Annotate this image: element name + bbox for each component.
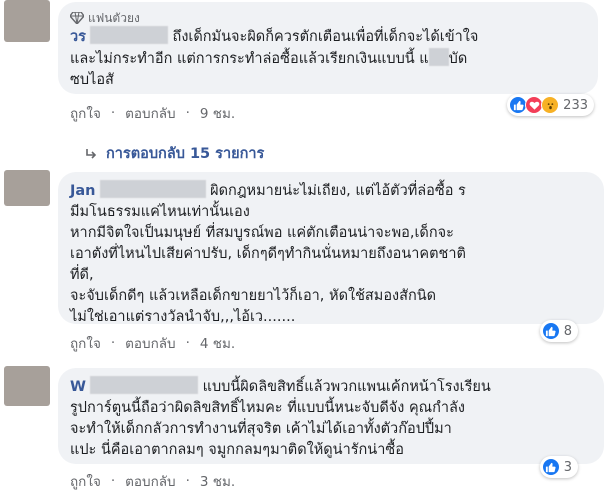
redacted-name — [90, 376, 198, 394]
reaction-count: 8 — [563, 323, 572, 339]
like-reaction-icon — [541, 458, 560, 476]
reply-link[interactable]: ตอบกลับ — [125, 332, 175, 354]
separator-dot: · — [185, 335, 190, 351]
redacted-name — [89, 26, 168, 44]
like-reaction-icon — [541, 322, 560, 340]
commenter-avatar[interactable] — [4, 366, 50, 406]
like-link[interactable]: ถูกใจ — [70, 102, 101, 124]
comment-line: หากมีจิตใจเป็นมนุษย์ ที่สมบูรณ์พอ แค่ตัก… — [70, 225, 454, 241]
diamond-icon — [70, 12, 84, 24]
reaction-count: 233 — [563, 97, 588, 113]
comment-bubble: W แบบนี้ผิดลิขสิทธิ์แล้วพวกแพนเค้กหน้าโร… — [58, 368, 604, 464]
reply-link[interactable]: ตอบกลับ — [125, 470, 175, 492]
reply-arrow-icon — [86, 148, 97, 159]
commenter-name[interactable]: Jan — [70, 183, 96, 199]
comment-line: รูปการ์ตูนนี้ถือว่าผิดลิขสิทธิ์ไหมคะ ที่… — [70, 400, 466, 416]
comment-line: เอาตังที่ไหนไปเสียค่าปรับ, เด็กๆดีๆทำกิน… — [70, 246, 466, 262]
comment-line: จะทำให้เด็กกลัวการทำงานที่สุจริต เค้าไม่… — [70, 421, 452, 437]
comment-line: วร ถึงเด็กมันจะผิดก็ควรตักเตือนเพื่อที่เ… — [70, 26, 586, 48]
comment-line: และไม่กระทำอีก แต่การกระทำล่อซื้อแล้วเรี… — [70, 48, 586, 70]
separator-dot: · — [185, 105, 190, 121]
separator-dot: · — [185, 473, 190, 489]
reaction-count: 3 — [563, 459, 572, 475]
commenter-name[interactable]: วร — [70, 29, 86, 45]
redacted-text — [428, 48, 449, 66]
view-replies-link[interactable]: การตอบกลับ 15 รายการ — [84, 142, 264, 165]
comment-time[interactable]: 3 ชม. — [200, 470, 235, 492]
reaction-summary[interactable]: 3 — [539, 456, 578, 478]
redacted-name — [99, 180, 206, 198]
separator-dot: · — [110, 335, 116, 351]
commenter-avatar[interactable] — [4, 170, 50, 206]
comment-bubble: แฟนตัวยง วร ถึงเด็กมันจะผิดก็ควรตักเตือน… — [58, 2, 598, 94]
commenter-avatar[interactable] — [4, 0, 50, 42]
comment-bubble: Jan ผิดกฎหมายน่ะไม่เถียง, แต่ไอ้ตัวที่ล่… — [58, 172, 604, 325]
comment-actions: ถูกใจ · ตอบกลับ · 3 ชม. — [70, 470, 235, 492]
separator-dot: · — [110, 105, 116, 121]
comment-actions: ถูกใจ · ตอบกลับ · 4 ชม. — [70, 332, 235, 354]
comment-line: จะจับเด็กดีๆ แล้วเหลือเด็กขายยาไว้ก็เอา,… — [70, 288, 437, 304]
comment-time[interactable]: 9 ชม. — [200, 102, 235, 124]
comment-line: มีมโนธรรมแค่ไหนเท่านั้นเอง — [70, 204, 250, 220]
like-link[interactable]: ถูกใจ — [70, 332, 101, 354]
comment-line: Jan ผิดกฎหมายน่ะไม่เถียง, แต่ไอ้ตัวที่ล่… — [70, 180, 592, 202]
top-fan-badge: แฟนตัวยง — [70, 10, 586, 26]
like-link[interactable]: ถูกใจ — [70, 470, 101, 492]
reaction-summary[interactable]: 233 — [507, 94, 594, 116]
wow-reaction-icon — [541, 96, 560, 114]
comment-actions: ถูกใจ · ตอบกลับ · 9 ชม. — [70, 102, 235, 124]
separator-dot: · — [110, 473, 116, 489]
comment-line: ไม่ใช่เอาแต่รางวัลนำจับ,,,ไอ้เว....... — [70, 309, 296, 325]
comment-line: ซบไอสั — [70, 72, 114, 88]
comment-line: ที่ดี, — [70, 267, 94, 283]
comment-line: W แบบนี้ผิดลิขสิทธิ์แล้วพวกแพนเค้กหน้าโร… — [70, 376, 592, 398]
reaction-summary[interactable]: 8 — [539, 320, 578, 342]
comment-time[interactable]: 4 ชม. — [200, 332, 235, 354]
comment-line: แปะ นี่คือเอาตากลมๆ จมูกกลมๆมาติดให้ดูน่… — [70, 442, 404, 458]
reply-link[interactable]: ตอบกลับ — [125, 102, 175, 124]
commenter-name[interactable]: W — [70, 379, 86, 395]
